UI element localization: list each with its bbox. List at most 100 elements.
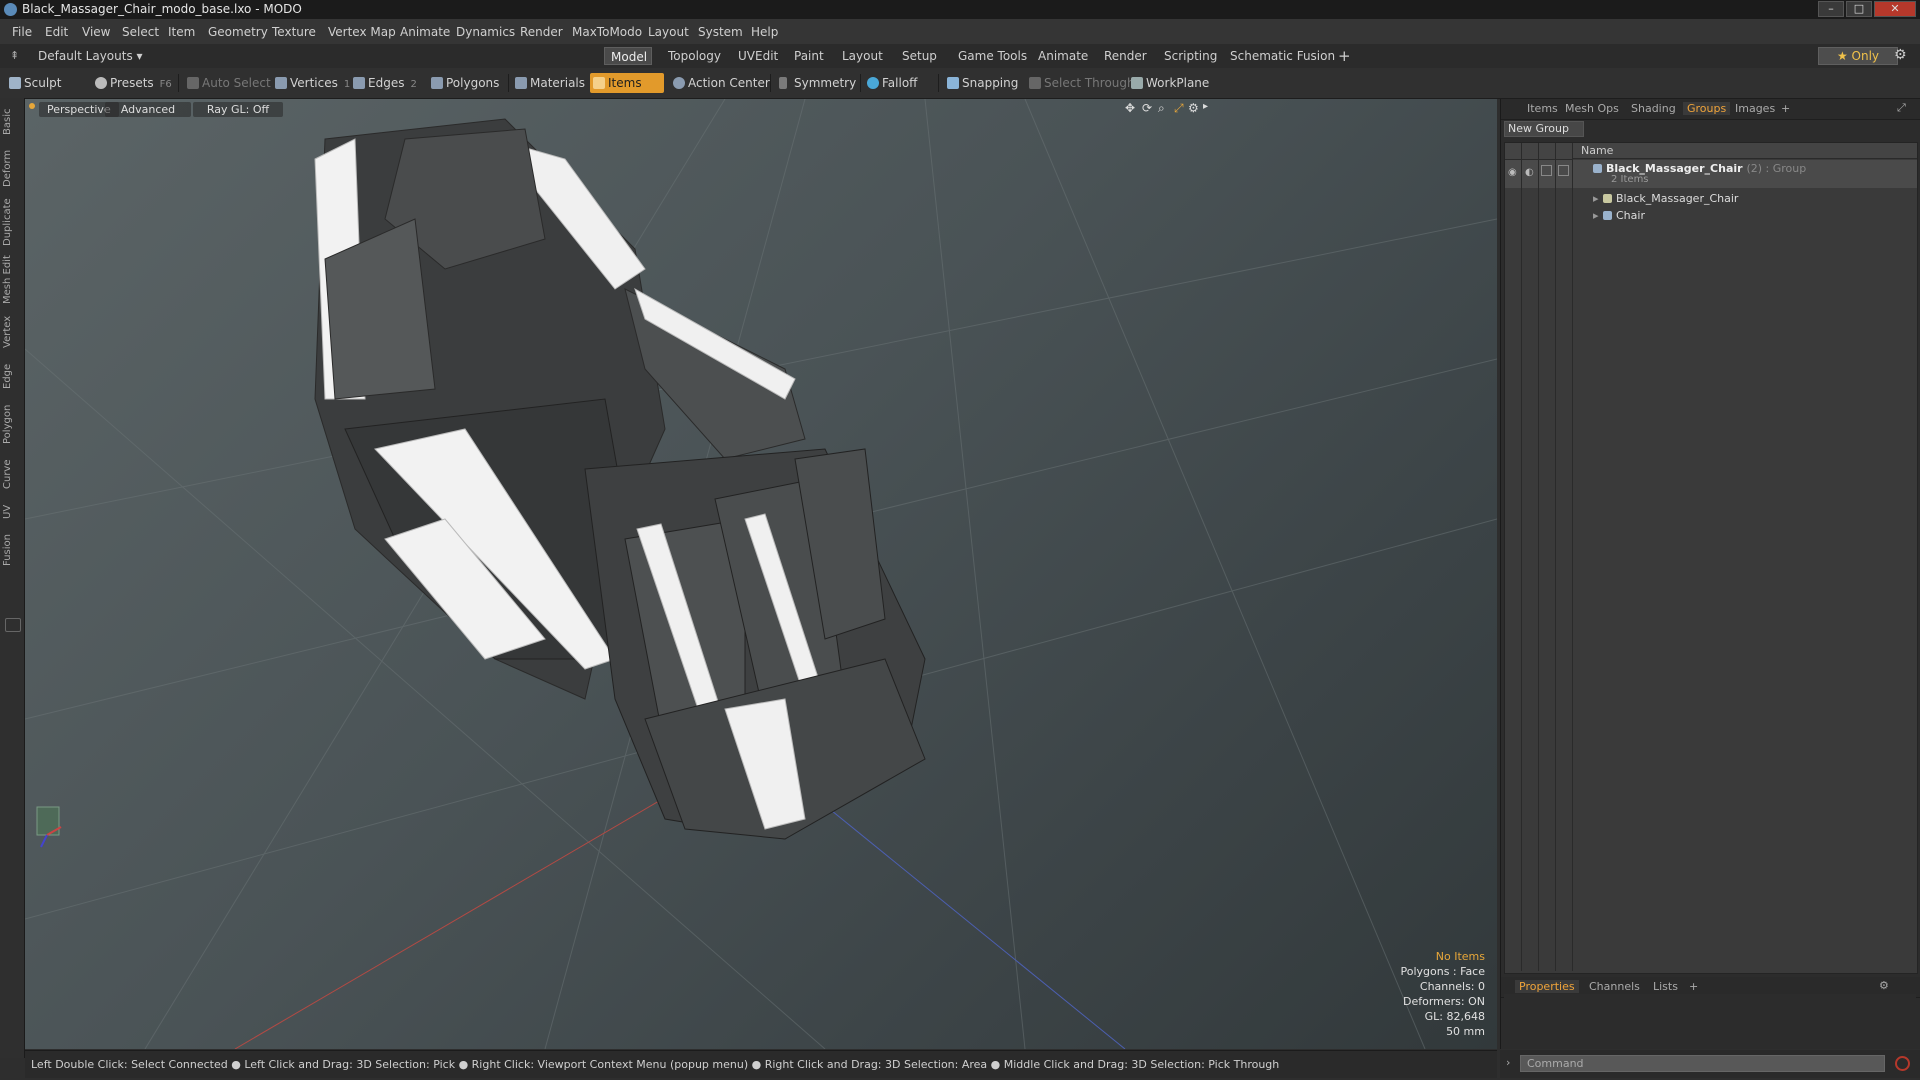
settings-gear-icon[interactable]: ⚙ (1894, 47, 1907, 63)
minimize-button[interactable]: – (1818, 1, 1844, 17)
tab-uvedit[interactable]: UVEdit (732, 47, 784, 65)
presets-button[interactable]: Presets F6 (92, 73, 172, 93)
add-layout-tab-button[interactable]: + (1332, 47, 1357, 65)
command-input[interactable]: Command (1520, 1055, 1885, 1072)
select-through-icon (1029, 77, 1041, 89)
items-mode-button[interactable]: Items (590, 73, 664, 93)
menu-item[interactable]: Item (168, 25, 195, 39)
tab-topology[interactable]: Topology (662, 47, 727, 65)
tree-branch-icon: ▸ (1593, 192, 1599, 205)
tab-setup[interactable]: Setup (896, 47, 943, 65)
viewport-expand-arrow-icon[interactable]: ▸ (1203, 101, 1208, 112)
vtab-fusion[interactable]: Fusion (2, 530, 22, 570)
group-row[interactable]: ◉ ◐ Black_Massager_Chair (2) : Group 2 I… (1505, 160, 1917, 188)
tab-render[interactable]: Render (1098, 47, 1153, 65)
collapse-icon[interactable]: ⇞ (10, 49, 19, 62)
menu-dynamics[interactable]: Dynamics (456, 25, 515, 39)
pan-icon[interactable]: ✥ (1125, 101, 1135, 115)
vertices-mode-button[interactable]: Vertices 1 (272, 73, 352, 93)
tab-properties[interactable]: Properties (1515, 980, 1579, 993)
menu-select[interactable]: Select (122, 25, 159, 39)
tab-schematic-fusion[interactable]: Schematic Fusion (1224, 47, 1341, 65)
vtab-edge[interactable]: Edge (2, 358, 22, 394)
3d-viewport[interactable]: Perspective Advanced Ray GL: Off ✥ ⟳ ⌕ ⤢… (25, 99, 1497, 1049)
tab-layout[interactable]: Layout (836, 47, 889, 65)
menu-file[interactable]: File (12, 25, 32, 39)
group-member-row[interactable]: ▸ Black_Massager_Chair (1505, 190, 1917, 207)
eye-icon[interactable]: ◉ (1508, 164, 1517, 181)
viewport-settings-icon[interactable]: ⚙ (1188, 101, 1199, 115)
tab-shading[interactable]: Shading (1627, 102, 1680, 115)
lock-column-icon[interactable] (1539, 143, 1555, 160)
menu-geometry[interactable]: Geometry (208, 25, 268, 39)
tab-channels[interactable]: Channels (1585, 980, 1644, 993)
zoom-icon[interactable]: ⌕ (1158, 101, 1165, 116)
add-panel-tab-button[interactable]: + (1777, 102, 1794, 115)
vtab-duplicate[interactable]: Duplicate (2, 196, 22, 248)
menu-help[interactable]: Help (751, 25, 778, 39)
tab-animate[interactable]: Animate (1032, 47, 1094, 65)
tab-mesh-ops[interactable]: Mesh Ops (1561, 102, 1623, 115)
tab-paint[interactable]: Paint (788, 47, 830, 65)
menu-animate[interactable]: Animate (400, 25, 450, 39)
select-through-button[interactable]: Select Through (1026, 73, 1135, 93)
maximize-button[interactable]: □ (1846, 1, 1872, 17)
new-group-button[interactable]: New Group (1504, 121, 1584, 137)
materials-mode-button[interactable]: Materials (512, 73, 590, 93)
menu-view[interactable]: View (82, 25, 110, 39)
name-column-header[interactable]: Name (1573, 143, 1917, 159)
menu-layout[interactable]: Layout (648, 25, 689, 39)
only-button[interactable]: ★ Only (1818, 47, 1898, 65)
menu-maxtomodo[interactable]: MaxToModo (572, 25, 642, 39)
raygl-toggle[interactable]: Ray GL: Off (193, 102, 283, 117)
vtab-deform[interactable]: Deform (2, 146, 22, 190)
vtab-curve[interactable]: Curve (2, 454, 22, 494)
fit-icon[interactable]: ⤢ (1174, 101, 1184, 116)
menu-vertex-map[interactable]: Vertex Map (328, 25, 396, 39)
panel-expand-icon[interactable]: ⤢ (1897, 101, 1906, 115)
select-column-icon[interactable] (1556, 143, 1572, 160)
tab-model[interactable]: Model (604, 47, 652, 65)
edges-mode-button[interactable]: Edges 2 (350, 73, 428, 93)
menu-render[interactable]: Render (520, 25, 563, 39)
vtab-mesh-edit[interactable]: Mesh Edit (2, 254, 22, 306)
lock-toggle[interactable] (1541, 165, 1552, 176)
vtab-vertex[interactable]: Vertex (2, 312, 22, 352)
expand-strip-icon[interactable] (5, 618, 21, 632)
polygons-mode-button[interactable]: Polygons (428, 73, 504, 93)
default-layouts-dropdown[interactable]: Default Layouts ▾ (32, 47, 149, 65)
vtab-basic[interactable]: Basic (2, 104, 22, 140)
properties-settings-icon[interactable]: ⚙ (1879, 979, 1889, 992)
close-button[interactable]: ✕ (1874, 1, 1916, 17)
command-history-arrow-icon[interactable]: › (1506, 1056, 1510, 1069)
snapping-button[interactable]: Snapping (944, 73, 1026, 93)
visibility-column-icon[interactable] (1505, 143, 1521, 160)
group-member-row[interactable]: ▸ Chair (1505, 207, 1917, 224)
menu-texture[interactable]: Texture (272, 25, 316, 39)
falloff-button[interactable]: Falloff (864, 73, 944, 93)
workplane-button[interactable]: WorkPlane (1128, 73, 1216, 93)
auto-select-button[interactable]: Auto Select (184, 73, 271, 93)
add-bottom-tab-button[interactable]: + (1685, 980, 1702, 993)
tab-images[interactable]: Images (1731, 102, 1779, 115)
vtab-uv[interactable]: UV (2, 500, 22, 524)
rotate-icon[interactable]: ⟳ (1142, 101, 1152, 115)
action-center-button[interactable]: Action Center (670, 73, 770, 93)
tab-scripting[interactable]: Scripting (1158, 47, 1223, 65)
shading-mode-dropdown[interactable]: Advanced (105, 102, 191, 117)
symmetry-button[interactable]: Symmetry (776, 73, 856, 93)
tab-items[interactable]: Items (1523, 102, 1562, 115)
render-column-icon[interactable] (1522, 143, 1538, 160)
tab-game-tools[interactable]: Game Tools (952, 47, 1033, 65)
tab-lists[interactable]: Lists (1649, 980, 1682, 993)
tab-groups[interactable]: Groups (1683, 102, 1731, 115)
sculpt-button[interactable]: Sculpt (6, 73, 86, 93)
command-execute-icon[interactable] (1895, 1056, 1910, 1071)
render-icon[interactable]: ◐ (1525, 164, 1534, 181)
menu-system[interactable]: System (698, 25, 743, 39)
gl-info: GL: 82,648 (1424, 1010, 1485, 1023)
viewport-menu-dot-icon[interactable] (29, 103, 35, 109)
vtab-polygon[interactable]: Polygon (2, 400, 22, 448)
select-toggle[interactable] (1558, 165, 1569, 176)
menu-edit[interactable]: Edit (45, 25, 68, 39)
